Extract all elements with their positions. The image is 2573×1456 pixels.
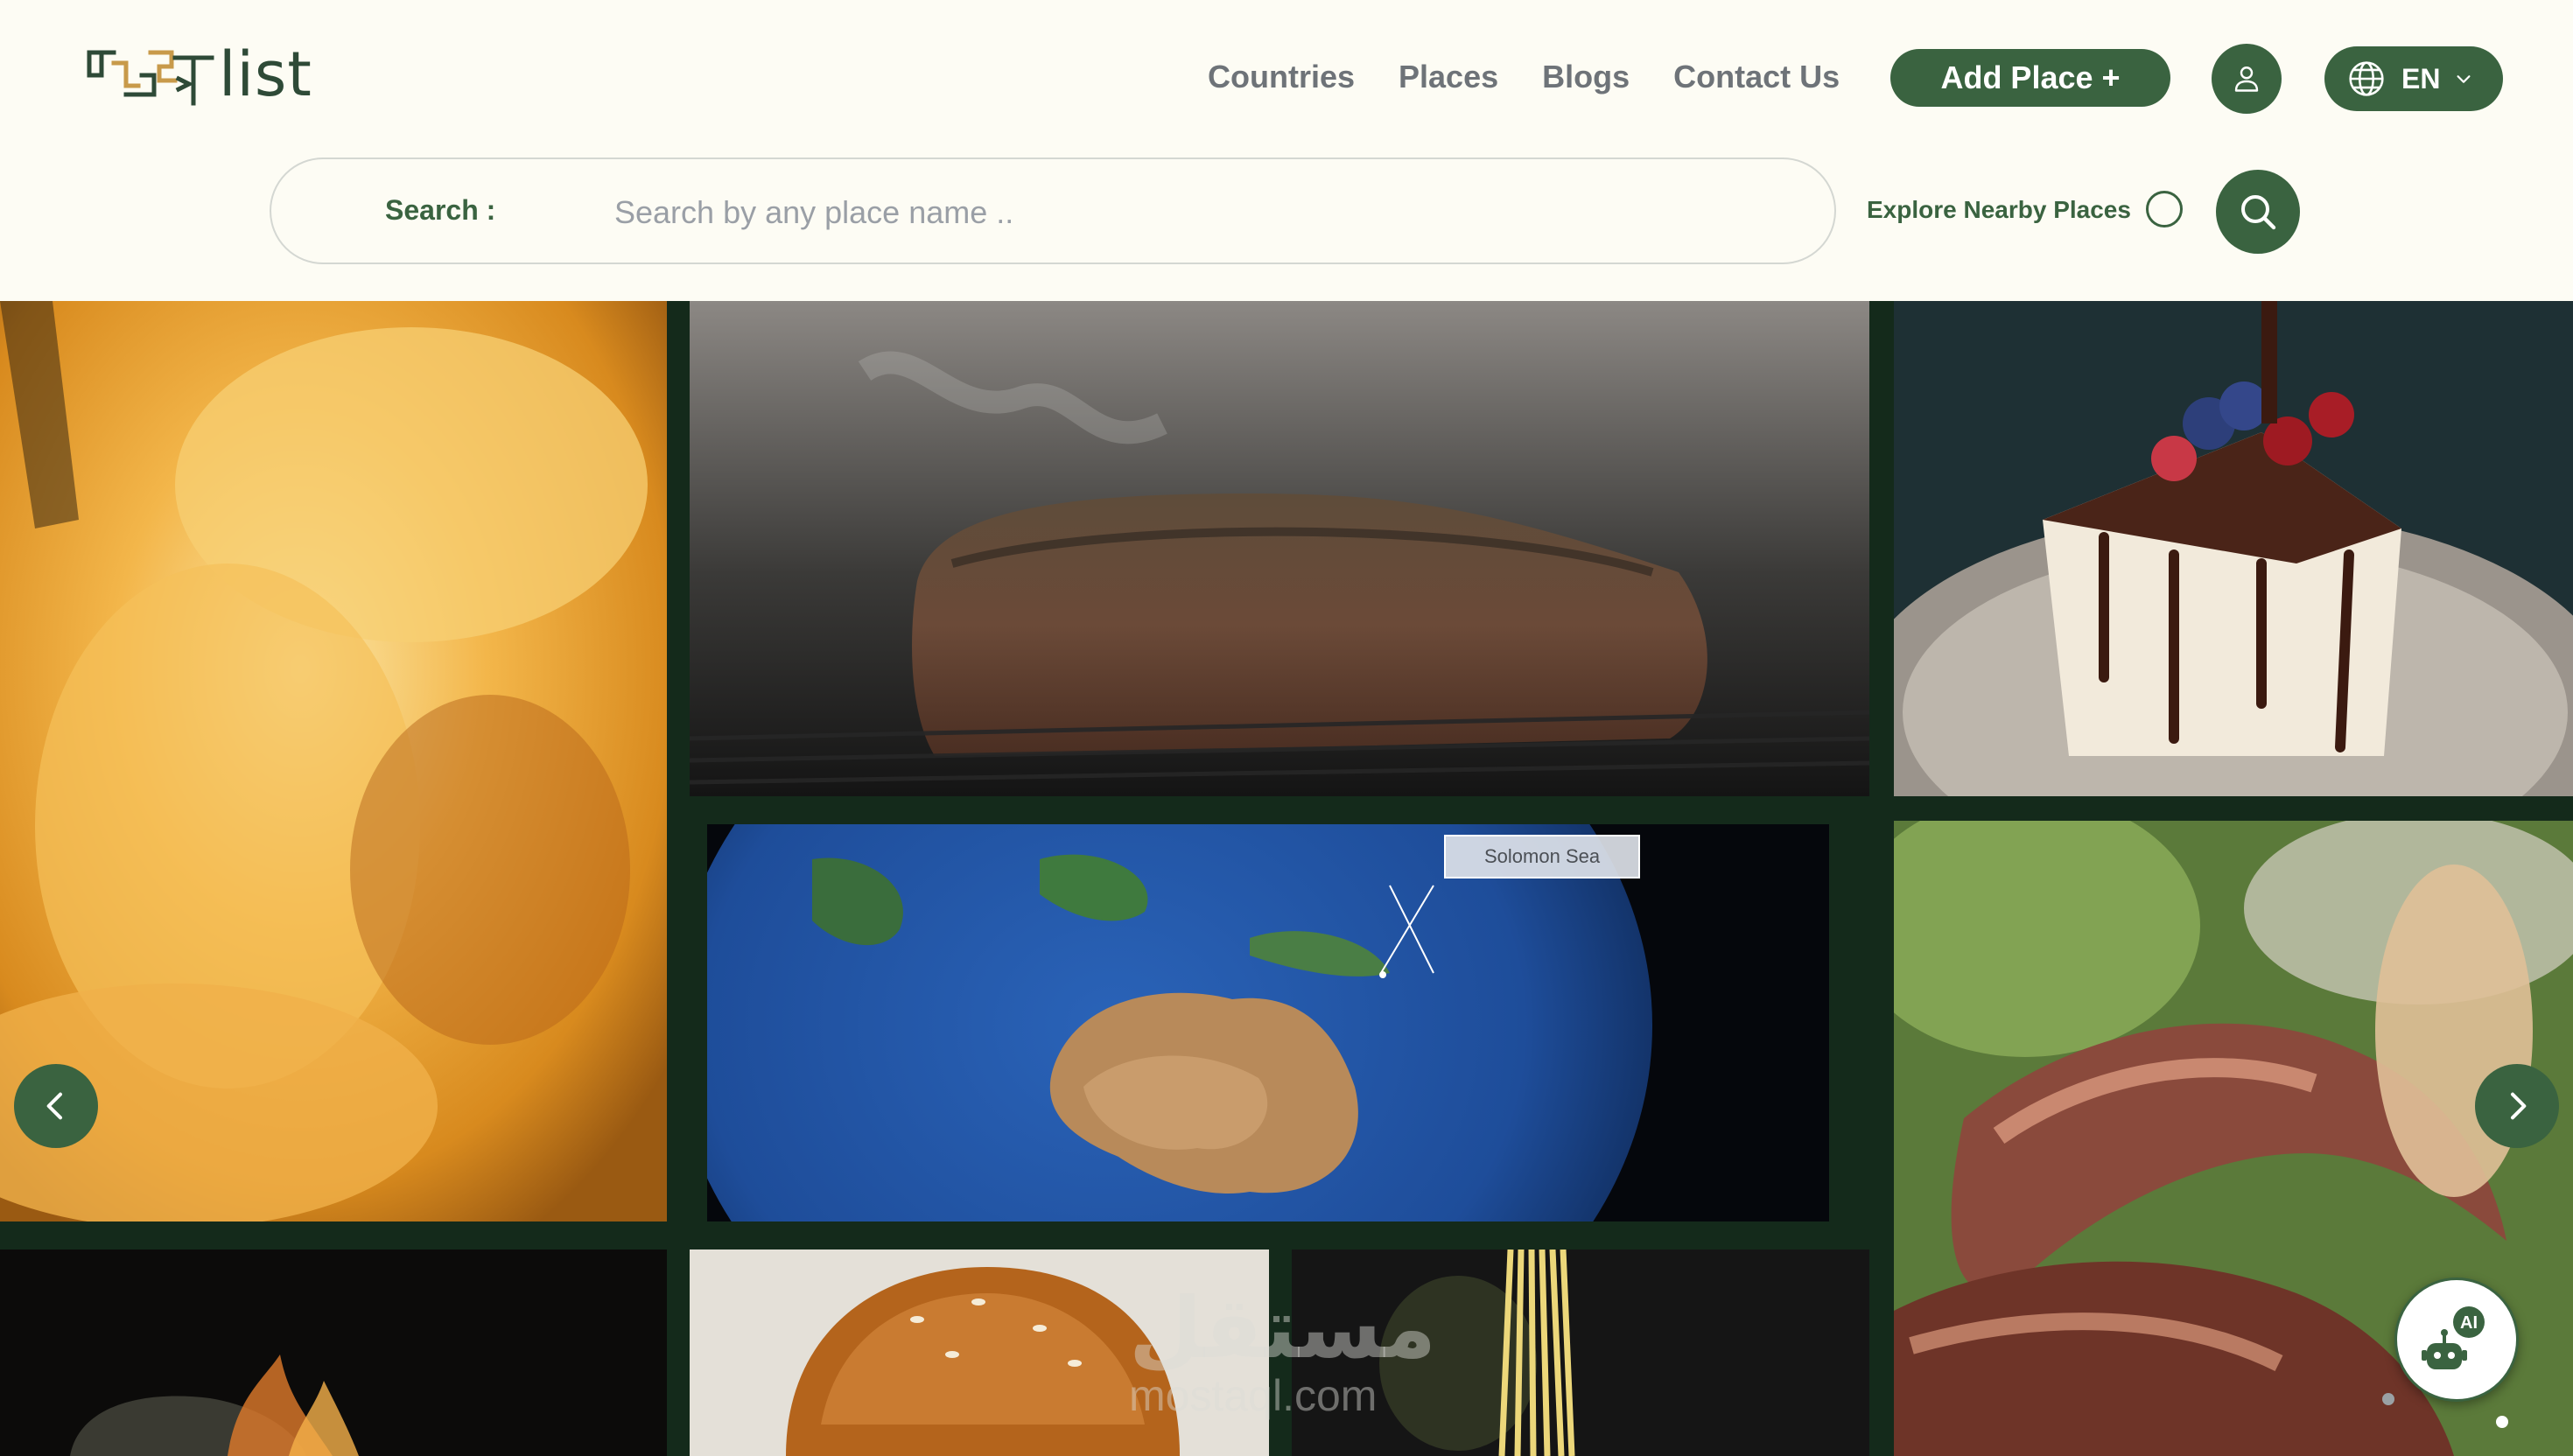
chevron-right-icon <box>2511 1092 2527 1120</box>
nav-places[interactable]: Places <box>1399 51 1498 103</box>
carousel-next-button[interactable] <box>2475 1064 2559 1148</box>
nav-contact-us[interactable]: Contact Us <box>1673 51 1840 103</box>
user-icon <box>2234 66 2259 92</box>
nav-countries[interactable]: Countries <box>1208 51 1355 103</box>
watermark-arabic: مستقل <box>1129 1279 1437 1377</box>
logo-text: list <box>219 38 312 110</box>
ai-assistant-button[interactable]: AI <box>2394 1278 2519 1402</box>
nav-blogs[interactable]: Blogs <box>1542 51 1630 103</box>
logo[interactable]: list <box>84 40 320 108</box>
chevron-left-icon <box>46 1092 62 1120</box>
gallery-image-flame-grill[interactable] <box>0 1250 667 1456</box>
logo-mark-icon <box>87 50 214 106</box>
search-bar: Search : <box>270 158 1836 264</box>
carousel-dot-active[interactable] <box>2496 1416 2508 1428</box>
search-label: Search : <box>385 194 496 226</box>
add-place-button[interactable]: Add Place + <box>1890 49 2170 107</box>
user-account-button[interactable] <box>2212 44 2282 114</box>
main-nav: Countries Places Blogs Contact Us <box>1208 51 1883 103</box>
gallery-video-map[interactable]: Solomon Sea <box>707 824 1829 1222</box>
search-button[interactable] <box>2216 170 2300 254</box>
language-selector[interactable]: EN <box>2324 46 2503 111</box>
gallery-image-cheesecake[interactable] <box>1894 301 2573 796</box>
ai-badge-text: AI <box>2460 1313 2478 1333</box>
carousel-dot[interactable] <box>2382 1393 2394 1405</box>
explore-nearby-label: Explore Nearby Places <box>1867 196 2131 223</box>
carousel-prev-button[interactable] <box>14 1064 98 1148</box>
gallery-image-steak[interactable] <box>690 301 1869 796</box>
language-label: EN <box>2401 62 2441 94</box>
globe-icon <box>2349 61 2384 96</box>
search-input[interactable] <box>613 184 1771 242</box>
gallery-image-fried-food[interactable] <box>0 301 667 1222</box>
map-caption-label: Solomon Sea <box>1444 835 1641 878</box>
watermark-latin: mostaql.com <box>1129 1371 1378 1420</box>
robot-icon: AI <box>2422 1306 2485 1369</box>
search-icon <box>2241 195 2276 230</box>
explore-nearby-radio[interactable] <box>2146 191 2183 228</box>
chevron-down-icon <box>2457 75 2471 83</box>
